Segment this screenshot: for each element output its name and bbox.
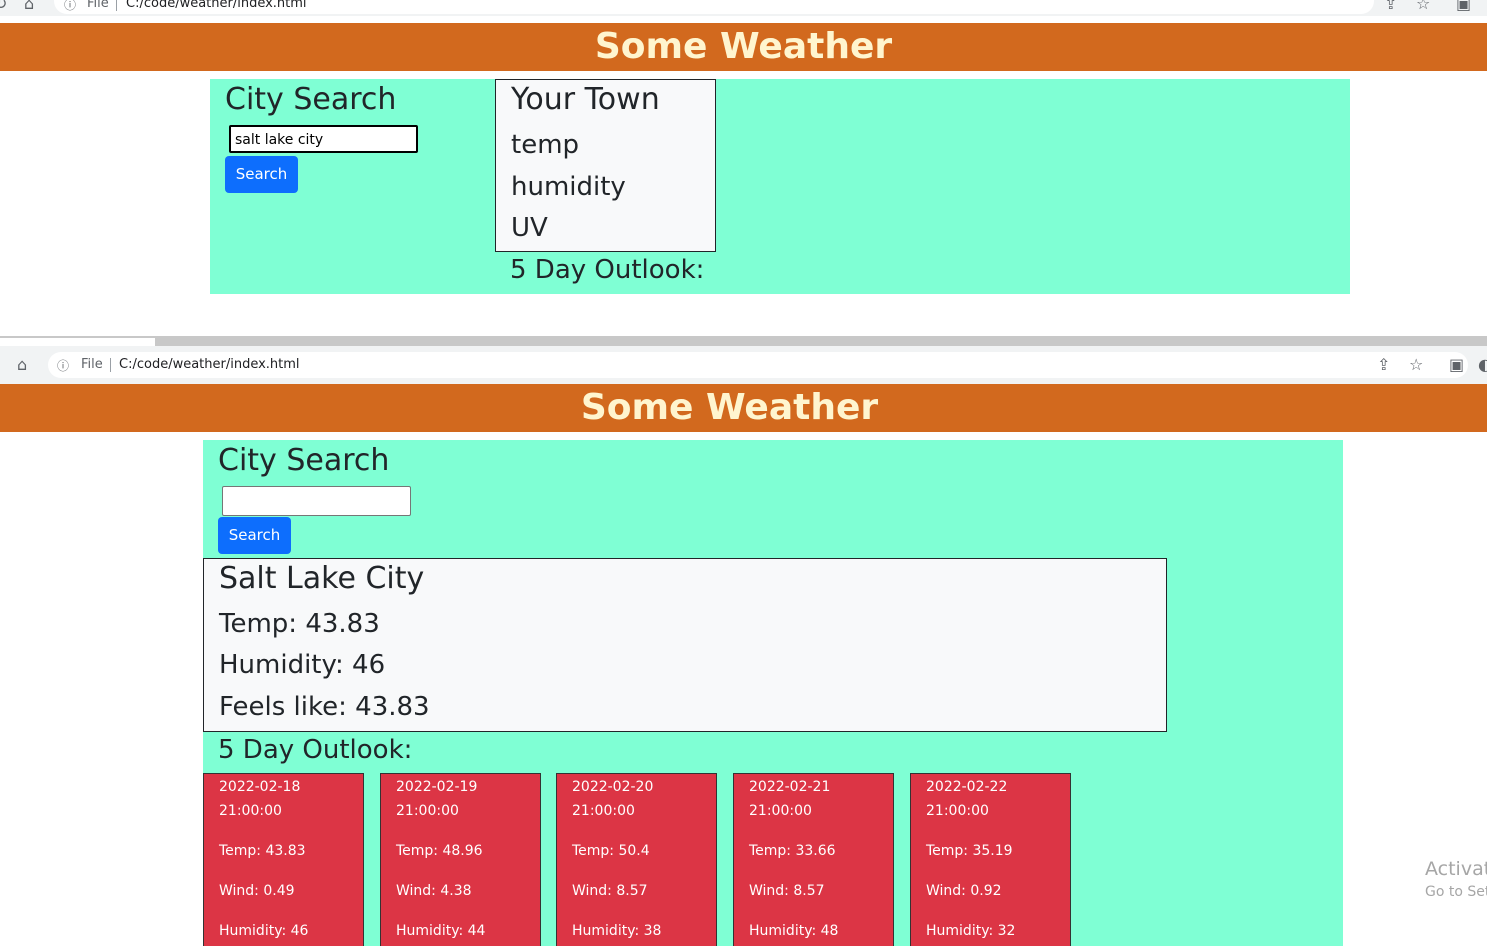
- forecast-time: 21:00:00: [219, 803, 282, 819]
- search-button[interactable]: Search: [218, 517, 291, 554]
- temp-value: Temp: 43.83: [219, 609, 380, 639]
- forecast-time: 21:00:00: [396, 803, 459, 819]
- feels-like-value: Feels like: 43.83: [219, 692, 430, 722]
- forecast-humidity: Humidity: 32: [926, 923, 1016, 939]
- info-icon[interactable]: ⓘ: [57, 358, 69, 374]
- url-text: C:/code/weather/index.html: [126, 0, 307, 11]
- file-label: File: [81, 357, 103, 372]
- reload-icon[interactable]: ↻: [0, 0, 7, 12]
- city-search-heading: City Search: [218, 443, 390, 478]
- forecast-temp: Temp: 50.4: [572, 843, 650, 859]
- humidity-value: Humidity: 46: [219, 650, 386, 680]
- home-icon[interactable]: ⌂: [17, 357, 27, 373]
- forecast-wind: Wind: 0.49: [219, 883, 295, 899]
- page-header: Some Weather: [0, 23, 1487, 71]
- page-title: Some Weather: [580, 387, 879, 428]
- current-weather-card: Salt Lake City Temp: 43.83 Humidity: 46 …: [203, 558, 1167, 732]
- city-name: Your Town: [511, 82, 660, 117]
- forecast-date: 2022-02-19: [396, 779, 478, 795]
- city-search-heading: City Search: [225, 82, 397, 117]
- forecast-card: 2022-02-21 21:00:00 Temp: 33.66 Wind: 8.…: [733, 773, 894, 946]
- forecast-temp: Temp: 48.96: [396, 843, 483, 859]
- forecast-time: 21:00:00: [926, 803, 989, 819]
- forecast-humidity: Humidity: 46: [219, 923, 309, 939]
- city-search-input[interactable]: salt lake city: [229, 125, 418, 153]
- activation-watermark-sub: Go to Set: [1425, 884, 1487, 900]
- temp-value: temp: [511, 130, 580, 160]
- forecast-card: 2022-02-18 21:00:00 Temp: 43.83 Wind: 0.…: [203, 773, 364, 946]
- city-search-input[interactable]: [222, 486, 411, 516]
- forecast-time: 21:00:00: [749, 803, 812, 819]
- file-label: File: [87, 0, 109, 11]
- info-icon[interactable]: ⓘ: [64, 0, 76, 13]
- url-text: C:/code/weather/index.html: [119, 357, 300, 372]
- forecast-wind: Wind: 8.57: [749, 883, 825, 899]
- uv-value: UV: [511, 213, 548, 243]
- outlook-heading: 5 Day Outlook:: [218, 735, 413, 765]
- page-header: Some Weather: [0, 384, 1487, 432]
- outlook-heading: 5 Day Outlook:: [510, 255, 705, 285]
- profile-icon[interactable]: ▣: [1456, 0, 1471, 12]
- forecast-humidity: Humidity: 44: [396, 923, 486, 939]
- forecast-wind: Wind: 0.92: [926, 883, 1002, 899]
- home-icon[interactable]: ⌂: [24, 0, 34, 12]
- forecast-wind: Wind: 4.38: [396, 883, 472, 899]
- search-button[interactable]: Search: [225, 156, 298, 193]
- forecast-card: 2022-02-20 21:00:00 Temp: 50.4 Wind: 8.5…: [556, 773, 717, 946]
- share-icon[interactable]: ⇪: [1377, 357, 1390, 373]
- forecast-humidity: Humidity: 48: [749, 923, 839, 939]
- humidity-value: humidity: [511, 172, 626, 202]
- browser-toolbar-top: ↻ ⌂ ⓘ File C:/code/weather/index.html ⇪ …: [0, 0, 1487, 16]
- city-name: Salt Lake City: [219, 561, 425, 596]
- forecast-time: 21:00:00: [572, 803, 635, 819]
- extension-icon[interactable]: ◐: [1478, 357, 1487, 373]
- url-separator: [116, 0, 117, 11]
- profile-icon[interactable]: ▣: [1449, 357, 1464, 373]
- forecast-wind: Wind: 8.57: [572, 883, 648, 899]
- forecast-temp: Temp: 33.66: [749, 843, 836, 859]
- share-icon[interactable]: ⇪: [1384, 0, 1397, 12]
- star-icon[interactable]: ☆: [1409, 357, 1423, 373]
- activation-watermark: Activat: [1425, 858, 1487, 880]
- forecast-temp: Temp: 35.19: [926, 843, 1013, 859]
- main-container-before: City Search salt lake city Search Your T…: [210, 79, 1350, 294]
- url-separator: [110, 358, 111, 372]
- forecast-date: 2022-02-20: [572, 779, 654, 795]
- forecast-humidity: Humidity: 38: [572, 923, 662, 939]
- forecast-date: 2022-02-18: [219, 779, 301, 795]
- forecast-date: 2022-02-22: [926, 779, 1008, 795]
- forecast-card: 2022-02-19 21:00:00 Temp: 48.96 Wind: 4.…: [380, 773, 541, 946]
- scrollbar-track[interactable]: [155, 338, 1487, 346]
- browser-toolbar-bottom: ⌂ ⓘ File C:/code/weather/index.html ⇪ ☆ …: [0, 346, 1487, 384]
- current-weather-card: Your Town temp humidity UV: [495, 79, 716, 252]
- star-icon[interactable]: ☆: [1416, 0, 1430, 12]
- page-title: Some Weather: [594, 26, 893, 67]
- forecast-date: 2022-02-21: [749, 779, 831, 795]
- forecast-temp: Temp: 43.83: [219, 843, 306, 859]
- forecast-card: 2022-02-22 21:00:00 Temp: 35.19 Wind: 0.…: [910, 773, 1071, 946]
